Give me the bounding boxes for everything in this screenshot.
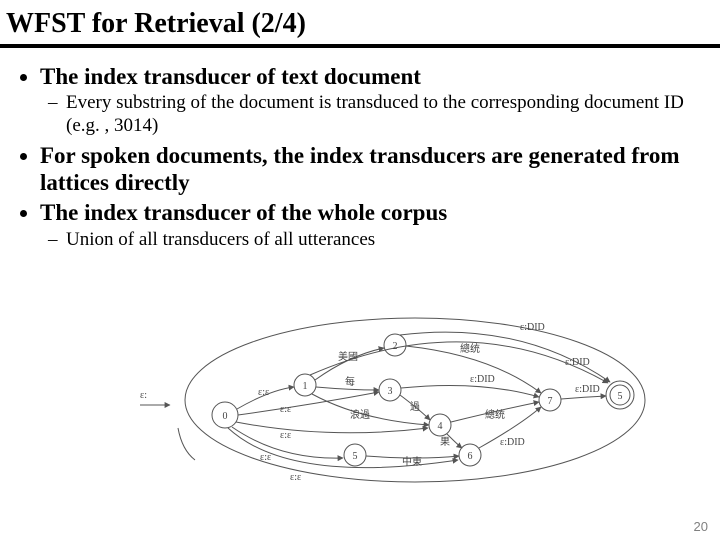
label-edge-1-4: 浪過 — [350, 408, 370, 421]
page-number: 20 — [694, 519, 708, 534]
transducer-figure: 0 0 1 2 3 4 5 6 7 5 ε: ε:ε ε:ε ε:ε ε:ε ε… — [140, 310, 660, 490]
label-top-did2: ε:DID — [565, 357, 590, 368]
bullet-1-1: Every substring of the document is trans… — [66, 92, 702, 137]
label-edge-7-final: ε:DID — [575, 384, 600, 395]
label-edge-0-1: ε:ε — [258, 387, 269, 398]
edge-7-final — [561, 396, 606, 399]
slide-body: The index transducer of text document Ev… — [0, 48, 720, 251]
transducer-svg: 0 0 1 2 3 4 5 6 7 5 ε: ε:ε ε:ε ε:ε ε:ε ε… — [140, 310, 660, 490]
bullet-1: The index transducer of text document Ev… — [40, 64, 702, 137]
bullet-3-sub: Union of all transducers of all utteranc… — [40, 229, 702, 251]
bullet-3-text: The index transducer of the whole corpus — [40, 200, 447, 225]
bullet-list: The index transducer of text document Ev… — [18, 64, 702, 251]
label-node-6: 6 — [468, 451, 473, 462]
label-edge-5-6: 中東 — [402, 455, 422, 468]
label-edge-3-7: ε:DID — [470, 374, 495, 385]
bullet-1-sub: Every substring of the document is trans… — [40, 92, 702, 137]
bullet-1-text: The index transducer of text document — [40, 64, 421, 89]
slide-title: WFST for Retrieval (2/4) — [0, 0, 720, 44]
slide: WFST for Retrieval (2/4) The index trans… — [0, 0, 720, 540]
label-edge-4-6: 果 — [440, 436, 450, 448]
label-edge-3-4: 過 — [410, 401, 420, 413]
edge-3-7 — [401, 385, 539, 397]
label-edge-6-7: ε:DID — [500, 437, 525, 448]
label-edge-2-7: 總统 — [460, 342, 480, 355]
cluster-hint — [178, 428, 195, 460]
label-top-did: ε:DID — [520, 322, 545, 333]
label-node-5: 5 — [353, 451, 358, 462]
edge-0-4 — [236, 422, 428, 433]
label-node-3: 3 — [388, 386, 393, 397]
label-edge-0-5: ε:ε — [260, 452, 271, 463]
label-edge-1-3: 每 — [345, 375, 355, 388]
label-edge-0-3: ε:ε — [280, 404, 291, 415]
label-node-4: 4 — [438, 421, 443, 432]
bullet-2: For spoken documents, the index transduc… — [40, 143, 702, 196]
label-edge-into: ε: — [140, 390, 147, 401]
label-edge-0-6: ε:ε — [290, 472, 301, 483]
label-node-2: 2 — [393, 341, 398, 352]
label-node-final: 5 — [618, 391, 623, 402]
label-edge-1-2: 美國 — [338, 350, 358, 363]
bullet-3-1: Union of all transducers of all utteranc… — [66, 229, 702, 251]
label-edge-4-7: 總统 — [485, 408, 505, 421]
label-node-1: 1 — [303, 381, 308, 392]
label-node-7: 7 — [548, 396, 553, 407]
bullet-3: The index transducer of the whole corpus… — [40, 200, 702, 251]
label-node-0: 0 — [223, 411, 228, 422]
label-edge-0-4: ε:ε — [280, 430, 291, 441]
